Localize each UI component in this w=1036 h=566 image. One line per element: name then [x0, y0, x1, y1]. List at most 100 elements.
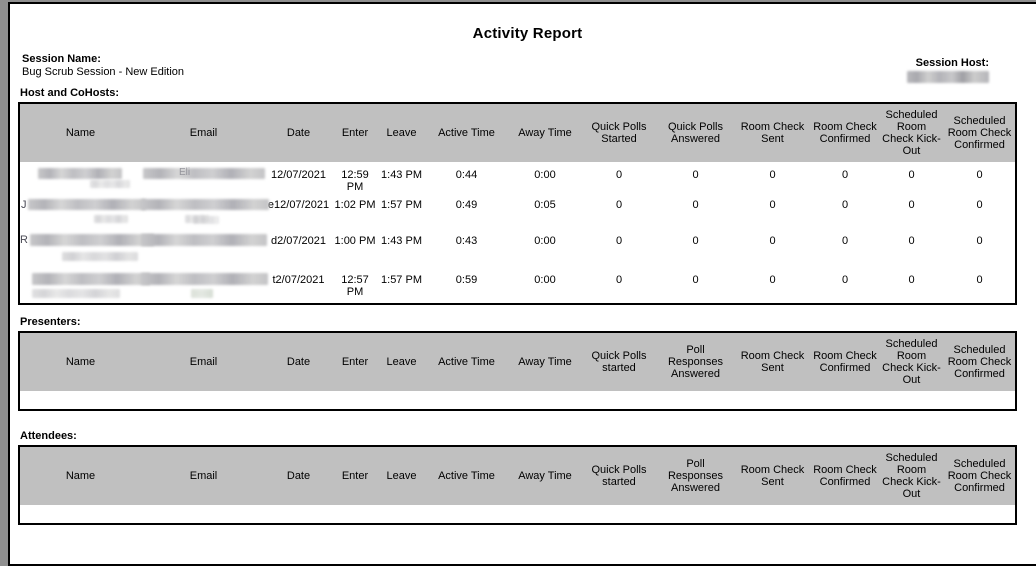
away-time-cell: 0:05: [509, 193, 581, 223]
column-header: Email: [141, 103, 266, 162]
active-time-cell: 0:59: [424, 263, 509, 304]
column-header: Quick Polls Answered: [657, 103, 734, 162]
empty-cell: [19, 505, 1016, 524]
scheduled-room-check-confirmed-cell: 0: [944, 162, 1016, 193]
column-header: Away Time: [509, 332, 581, 391]
column-header: Leave: [379, 103, 424, 162]
scheduled-room-check-kickout-cell: 0: [879, 223, 944, 263]
quick-polls-started-cell: 0: [581, 223, 657, 263]
redacted-email-bar: [141, 273, 268, 285]
quick-polls-answered-cell: 0: [657, 193, 734, 223]
quick-polls-started-cell: 0: [581, 193, 657, 223]
email-cell: [141, 263, 266, 304]
room-check-confirmed-cell: 0: [811, 193, 879, 223]
presenters-table: NameEmailDateEnterLeaveActive TimeAway T…: [18, 331, 1017, 411]
empty-row: [19, 505, 1016, 524]
quick-polls-answered-cell: 0: [657, 223, 734, 263]
column-header: Scheduled Room Check Kick-Out: [879, 332, 944, 391]
scheduled-room-check-confirmed-cell: 0: [944, 193, 1016, 223]
column-header: Scheduled Room Check Confirmed: [944, 103, 1016, 162]
email-fragment: Eli: [179, 167, 190, 178]
column-header: Active Time: [424, 103, 509, 162]
name-cell: J: [19, 193, 141, 223]
column-header: Scheduled Room Check Kick-Out: [879, 446, 944, 505]
session-name-value: Bug Scrub Session - New Edition: [22, 66, 184, 79]
header-row: NameEmailDateEnterLeaveActive TimeAway T…: [19, 332, 1016, 391]
attendees-table: NameEmailDateEnterLeaveActive TimeAway T…: [18, 445, 1017, 525]
email-cell: [141, 223, 266, 263]
date-cell: 12/07/2021: [266, 162, 331, 193]
redacted-name-bar-2: [62, 252, 138, 261]
active-time-cell: 0:44: [424, 162, 509, 193]
name-cell: R: [19, 223, 141, 263]
column-header: Poll Responses Answered: [657, 446, 734, 505]
column-header: Scheduled Room Check Confirmed: [944, 332, 1016, 391]
presenters-header-row: NameEmailDateEnterLeaveActive TimeAway T…: [19, 332, 1016, 391]
redacted-name-bar: [38, 168, 122, 179]
column-header: Scheduled Room Check Confirmed: [944, 446, 1016, 505]
leave-cell: 1:43 PM: [379, 223, 424, 263]
attendees-body: [19, 505, 1016, 524]
column-header: Name: [19, 446, 141, 505]
table-row: t2/07/202112:57 PM1:57 PM0:590:00000000: [19, 263, 1016, 304]
attendees-label: Attendees:: [20, 430, 1036, 442]
column-header: Away Time: [509, 103, 581, 162]
column-header: Room Check Confirmed: [811, 103, 879, 162]
scheduled-room-check-confirmed-cell: 0: [944, 263, 1016, 304]
quick-polls-started-cell: 0: [581, 263, 657, 304]
session-name-block: Session Name: Bug Scrub Session - New Ed…: [22, 53, 184, 87]
header-row: NameEmailDateEnterLeaveActive TimeAway T…: [19, 103, 1016, 162]
name-cell: [19, 263, 141, 304]
table-row: Eli12/07/202112:59 PM1:43 PM0:440:000000…: [19, 162, 1016, 193]
room-check-sent-cell: 0: [734, 193, 811, 223]
session-host-redacted-value: [907, 71, 989, 83]
active-time-cell: 0:43: [424, 223, 509, 263]
redacted-email-bar-2: [191, 289, 213, 298]
column-header: Away Time: [509, 446, 581, 505]
away-time-cell: 0:00: [509, 162, 581, 193]
quick-polls-answered-cell: 0: [657, 162, 734, 193]
room-check-sent-cell: 0: [734, 162, 811, 193]
report-meta: Session Name: Bug Scrub Session - New Ed…: [18, 53, 1036, 87]
table-row: Rd2/07/20211:00 PM1:43 PM0:430:00000000: [19, 223, 1016, 263]
room-check-confirmed-cell: 0: [811, 263, 879, 304]
column-header: Email: [141, 446, 266, 505]
page-title: Activity Report: [18, 25, 1036, 42]
redacted-email-bar: [141, 199, 269, 210]
redacted-email-bar: [143, 168, 265, 179]
name-fragment: R: [20, 234, 28, 246]
redacted-name-bar-2: [32, 289, 120, 298]
room-check-sent-cell: 0: [734, 263, 811, 304]
enter-cell: 1:02 PM: [331, 193, 379, 223]
column-header: Date: [266, 332, 331, 391]
date-cell: e12/07/2021: [266, 193, 331, 223]
presenters-body: [19, 391, 1016, 410]
redacted-name-bar: [28, 199, 146, 210]
date-cell: d2/07/2021: [266, 223, 331, 263]
redacted-name-bar: [30, 234, 154, 246]
column-header: Active Time: [424, 332, 509, 391]
host-cohosts-header-row: NameEmailDateEnterLeaveActive TimeAway T…: [19, 103, 1016, 162]
empty-cell: [19, 391, 1016, 410]
empty-row: [19, 391, 1016, 410]
column-header: Quick Polls Started: [581, 103, 657, 162]
header-row: NameEmailDateEnterLeaveActive TimeAway T…: [19, 446, 1016, 505]
column-header: Scheduled Room Check Kick-Out: [879, 103, 944, 162]
redacted-name-bar-2: [90, 180, 130, 188]
column-header: Quick Polls started: [581, 446, 657, 505]
column-header: Room Check Sent: [734, 332, 811, 391]
desktop-backdrop: { "report": { "title": "Activity Report"…: [0, 0, 1036, 523]
session-host-label: Session Host:: [907, 57, 989, 70]
column-header: Room Check Sent: [734, 446, 811, 505]
section-presenters: Presenters:NameEmailDateEnterLeaveActive…: [18, 316, 1036, 411]
redacted-name-bar-2: [94, 215, 128, 223]
host-cohosts-body: Eli12/07/202112:59 PM1:43 PM0:440:000000…: [19, 162, 1016, 304]
report-sections: Host and CoHosts:NameEmailDateEnterLeave…: [18, 87, 1036, 525]
column-header: Email: [141, 332, 266, 391]
name-fragment: J: [21, 199, 27, 211]
scheduled-room-check-confirmed-cell: 0: [944, 223, 1016, 263]
leave-cell: 1:43 PM: [379, 162, 424, 193]
column-header: Leave: [379, 332, 424, 391]
away-time-cell: 0:00: [509, 223, 581, 263]
host-cohosts-table: NameEmailDateEnterLeaveActive TimeAway T…: [18, 102, 1017, 305]
